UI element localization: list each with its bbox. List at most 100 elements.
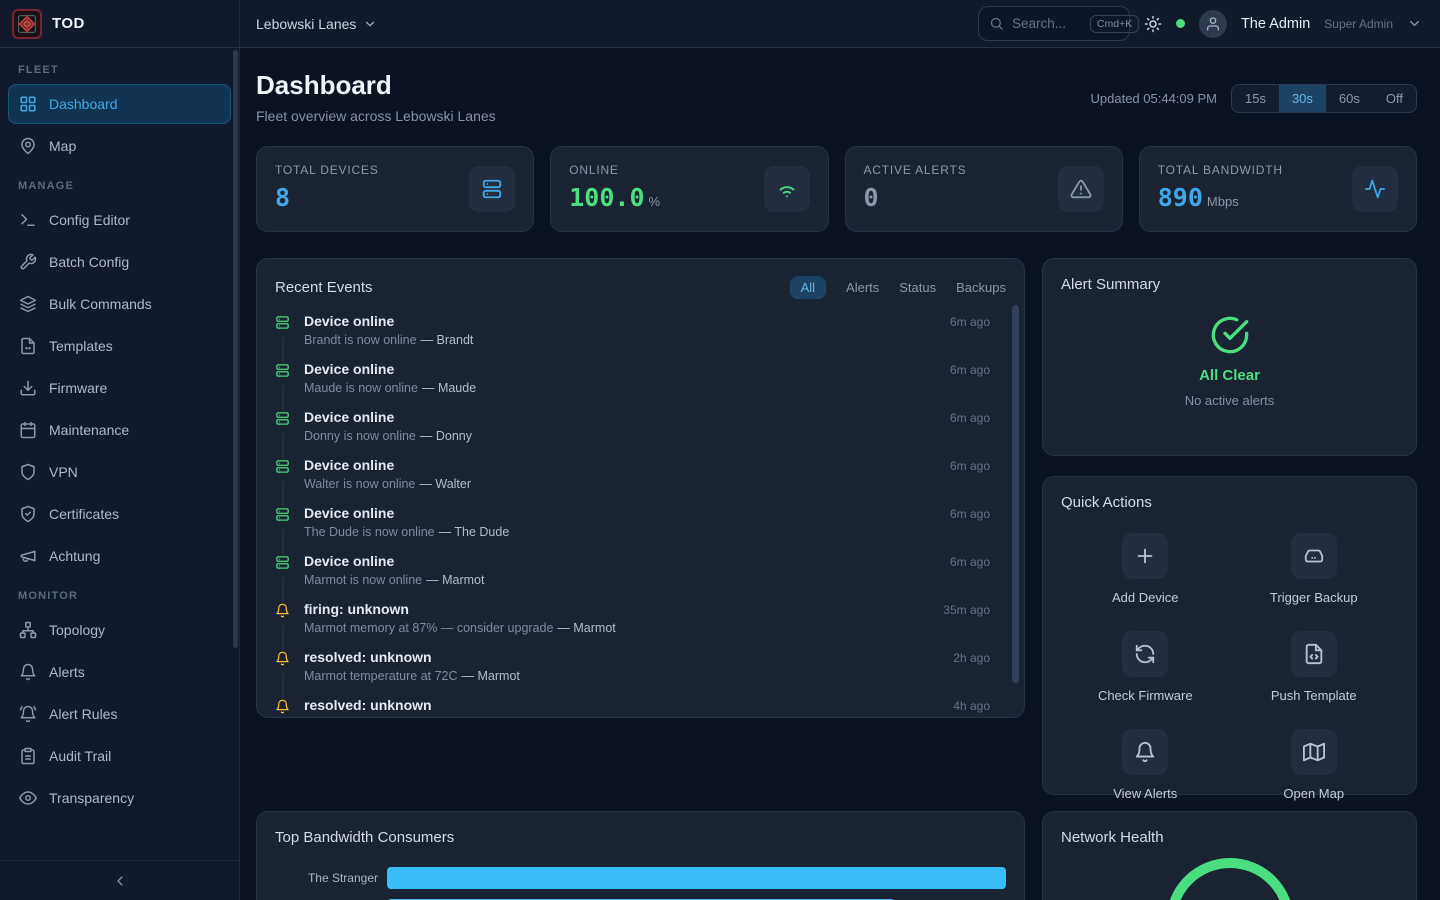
chevron-down-icon bbox=[363, 17, 377, 31]
stat-card-total-devices: TOTAL DEVICES 8 bbox=[256, 146, 534, 232]
event-title: Device online bbox=[304, 457, 950, 473]
event-device: — The Dude bbox=[439, 525, 510, 539]
event-title: Device online bbox=[304, 313, 950, 329]
sidebar-item-bulk-commands[interactable]: Bulk Commands bbox=[8, 284, 231, 324]
event-device: — Maude bbox=[422, 381, 476, 395]
event-row[interactable]: resolved: unknownMarmot temperature at 7… bbox=[275, 649, 1006, 697]
sidebar-item-config-editor[interactable]: Config Editor bbox=[8, 200, 231, 240]
event-row[interactable]: firing: unknownMarmot memory at 87% — co… bbox=[275, 601, 1006, 649]
plus-icon bbox=[1122, 533, 1168, 579]
event-title: Device online bbox=[304, 505, 950, 521]
chevron-left-icon bbox=[112, 873, 128, 889]
server-icon bbox=[275, 505, 291, 529]
sidebar-item-achtung[interactable]: Achtung bbox=[8, 536, 231, 576]
sidebar-item-certificates[interactable]: Certificates bbox=[8, 494, 231, 534]
sidebar-item-topology[interactable]: Topology bbox=[8, 610, 231, 650]
event-description: Marmot memory at 87% — consider upgrade bbox=[304, 621, 553, 635]
event-description: Marmot is now online bbox=[304, 573, 422, 587]
bell-icon bbox=[19, 663, 37, 681]
quick-action-add-device[interactable]: Add Device bbox=[1061, 533, 1230, 605]
filter-all[interactable]: All bbox=[790, 276, 826, 299]
sidebar-item-map[interactable]: Map bbox=[8, 126, 231, 166]
event-device: — Walter bbox=[419, 477, 471, 491]
sidebar-item-maintenance[interactable]: Maintenance bbox=[8, 410, 231, 450]
sidebar-collapse-button[interactable] bbox=[0, 860, 239, 900]
event-description: Walter is now online bbox=[304, 477, 415, 491]
sidebar-item-alert-rules[interactable]: Alert Rules bbox=[8, 694, 231, 734]
search-input[interactable] bbox=[1012, 16, 1082, 31]
quick-action-check-firmware[interactable]: Check Firmware bbox=[1061, 631, 1230, 703]
search-box[interactable]: Cmd+K bbox=[978, 6, 1130, 41]
sidebar-item-label: Alert Rules bbox=[49, 706, 117, 722]
layers-icon bbox=[19, 295, 37, 313]
download-icon bbox=[19, 379, 37, 397]
event-filters: All Alerts Status Backups bbox=[790, 276, 1006, 299]
event-row[interactable]: Device onlineMarmot is now online— Marmo… bbox=[275, 553, 1006, 601]
event-device: — Brandt bbox=[421, 333, 474, 347]
event-title: Device online bbox=[304, 409, 950, 425]
stat-value: 890 bbox=[1158, 183, 1203, 212]
quick-action-label: Add Device bbox=[1112, 590, 1178, 605]
event-row[interactable]: resolved: unknown 4h ago bbox=[275, 697, 1006, 718]
event-time: 6m ago bbox=[950, 409, 990, 457]
server-icon bbox=[275, 361, 291, 385]
bell-icon bbox=[275, 649, 291, 673]
event-row[interactable]: Device online Walter is now online — Walte… bbox=[275, 457, 1006, 505]
calendar-icon bbox=[19, 421, 37, 439]
event-device: — Marmot bbox=[557, 621, 615, 635]
avatar[interactable] bbox=[1199, 10, 1227, 38]
stat-card-online: ONLINE 100.0% bbox=[550, 146, 828, 232]
refresh-option-15s[interactable]: 15s bbox=[1232, 85, 1279, 112]
recent-events-panel: Recent Events All Alerts Status Backups … bbox=[256, 258, 1025, 718]
network-health-panel: Network Health 100 bbox=[1042, 811, 1417, 900]
search-icon bbox=[989, 16, 1004, 31]
sidebar-item-label: Templates bbox=[49, 338, 113, 354]
filter-status[interactable]: Status bbox=[899, 280, 936, 295]
user-menu-chevron-icon[interactable] bbox=[1407, 16, 1422, 31]
event-device: — Donny bbox=[420, 429, 472, 443]
quick-action-push-template[interactable]: Push Template bbox=[1230, 631, 1399, 703]
sidebar-item-vpn[interactable]: VPN bbox=[8, 452, 231, 492]
quick-action-view-alerts[interactable]: View Alerts bbox=[1061, 729, 1230, 801]
event-row[interactable]: Device onlineThe Dude is now online— The… bbox=[275, 505, 1006, 553]
quick-action-open-map[interactable]: Open Map bbox=[1230, 729, 1399, 801]
sidebar-scrollbar[interactable] bbox=[233, 50, 238, 858]
quick-action-trigger-backup[interactable]: Trigger Backup bbox=[1230, 533, 1399, 605]
stat-label: TOTAL BANDWIDTH bbox=[1158, 163, 1283, 177]
sidebar-item-audit-trail[interactable]: Audit Trail bbox=[8, 736, 231, 776]
sidebar-item-firmware[interactable]: Firmware bbox=[8, 368, 231, 408]
event-row[interactable]: Device onlineDonny is now online— Donny … bbox=[275, 409, 1006, 457]
wifi-icon bbox=[764, 166, 810, 212]
sidebar-item-transparency[interactable]: Transparency bbox=[8, 778, 231, 818]
user-role: Super Admin bbox=[1324, 17, 1393, 31]
sidebar-item-dashboard[interactable]: Dashboard bbox=[8, 84, 231, 124]
connection-status-dot bbox=[1176, 19, 1185, 28]
brand: TOD bbox=[0, 0, 240, 47]
bandwidth-row: The Stranger bbox=[275, 866, 1006, 890]
sidebar: FLEET Dashboard Map MANAGE Config Editor… bbox=[0, 48, 240, 900]
sidebar-item-templates[interactable]: Templates bbox=[8, 326, 231, 366]
refresh-option-60s[interactable]: 60s bbox=[1326, 85, 1373, 112]
filter-backups[interactable]: Backups bbox=[956, 280, 1006, 295]
theme-toggle-sun-icon[interactable] bbox=[1144, 15, 1162, 33]
event-row[interactable]: Device onlineMaude is now online— Maude … bbox=[275, 361, 1006, 409]
filter-alerts[interactable]: Alerts bbox=[846, 280, 879, 295]
event-row[interactable]: Device onlineBrandt is now online— Brand… bbox=[275, 313, 1006, 361]
stat-label: ONLINE bbox=[569, 163, 660, 177]
events-scrollbar[interactable] bbox=[1012, 303, 1019, 705]
sidebar-item-label: Achtung bbox=[49, 548, 100, 564]
sidebar-item-label: Firmware bbox=[49, 380, 107, 396]
bell-icon bbox=[1122, 729, 1168, 775]
refresh-option-30s[interactable]: 30s bbox=[1279, 85, 1326, 112]
sidebar-item-batch-config[interactable]: Batch Config bbox=[8, 242, 231, 282]
quick-actions-panel: Quick Actions Add Device Trigger Backup … bbox=[1042, 476, 1417, 795]
bandwidth-title: Top Bandwidth Consumers bbox=[275, 829, 1006, 846]
map-icon bbox=[1291, 729, 1337, 775]
megaphone-icon bbox=[19, 547, 37, 565]
fleet-selector[interactable]: Lebowski Lanes bbox=[256, 16, 377, 32]
health-ring-gauge: 100 bbox=[1166, 858, 1294, 900]
event-description: Maude is now online bbox=[304, 381, 418, 395]
sidebar-item-alerts[interactable]: Alerts bbox=[8, 652, 231, 692]
refresh-option-off[interactable]: Off bbox=[1373, 85, 1416, 112]
server-icon bbox=[275, 457, 291, 481]
